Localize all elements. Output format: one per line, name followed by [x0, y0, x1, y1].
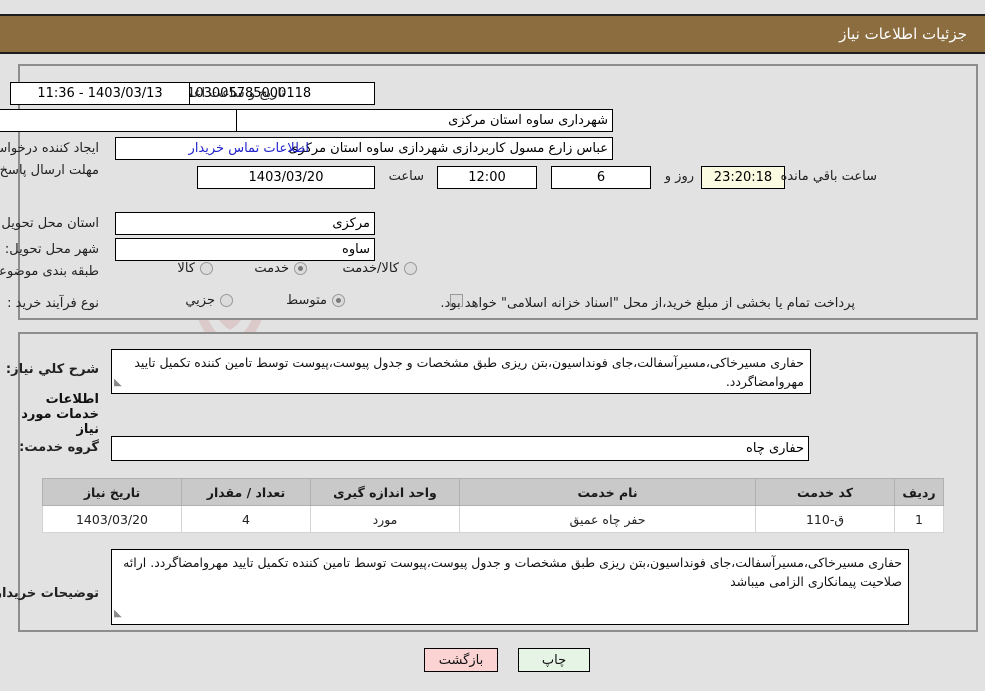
service-group-label: گروه خدمت: — [19, 440, 99, 455]
delivery-city-value: ساوه — [115, 238, 375, 261]
remaining-days-value: 6 — [551, 166, 651, 189]
radio-indicator[interactable] — [220, 294, 233, 307]
category-radio-label: کالا/خدمت — [342, 261, 399, 276]
delivery-city-label: شهر محل تحویل: — [4, 242, 99, 257]
announce-datetime-value: 1403/03/13 - 11:36 — [10, 82, 190, 105]
treasury-bonds-label: پرداخت تمام یا بخشی از مبلغ خرید،از محل … — [440, 296, 855, 311]
cell-quantity: 4 — [181, 505, 311, 533]
col-header-unit: واحد اندازه گیری — [310, 478, 460, 506]
buyer-notes-textarea[interactable]: حفاری مسیرخاکی،مسیرآسفالت،جای فونداسیون،… — [111, 549, 909, 625]
need-summary-text: حفاری مسیرخاکی،مسیرآسفالت،جای فونداسیون،… — [134, 355, 804, 389]
purchase-process-label: نوع فرآیند خرید : — [7, 296, 99, 311]
countdown-timer-label: ساعت باقي مانده — [780, 169, 877, 184]
response-deadline-label: مهلت ارسال پاسخ: تا تاریخ: — [0, 163, 99, 178]
deadline-hour-label: ساعت — [388, 169, 424, 184]
deadline-time-value: 12:00 — [437, 166, 537, 189]
radio-indicator[interactable] — [200, 262, 213, 275]
category-radio-kala[interactable]: کالا — [177, 261, 213, 276]
cell-unit: مورد — [310, 505, 460, 533]
cell-row: 1 — [894, 505, 944, 533]
category-radio-kala-khedmat[interactable]: کالا/خدمت — [342, 261, 417, 276]
delivery-province-value: مرکزی — [115, 212, 375, 235]
process-radio-jozei[interactable]: جزیي — [185, 293, 233, 308]
col-header-row: ردیف — [894, 478, 944, 506]
process-radio-label: جزیي — [185, 293, 215, 308]
print-button[interactable]: چاپ — [518, 648, 590, 672]
request-creator-label: ایجاد کننده درخواست: — [0, 141, 99, 156]
page-root: AriaTender.net جزئیات اطلاعات نیاز شماره… — [0, 0, 985, 691]
col-header-name: نام خدمت — [459, 478, 756, 506]
cell-name: حفر چاه عمیق — [459, 505, 756, 533]
buyer-org-extension — [0, 109, 237, 132]
countdown-timer-value: 23:20:18 — [701, 166, 785, 189]
deadline-date-value: 1403/03/20 — [197, 166, 375, 189]
resize-grip-icon[interactable]: ◢ — [114, 604, 122, 623]
page-header-bar: جزئیات اطلاعات نیاز — [0, 14, 985, 54]
buyer-notes-text: حفاری مسیرخاکی،مسیرآسفالت،جای فونداسیون،… — [123, 555, 902, 589]
table-row: 1 ق-110 حفر چاه عمیق مورد 4 1403/03/20 — [42, 505, 944, 533]
category-radio-label: خدمت — [254, 261, 289, 276]
process-radio-motevaset[interactable]: متوسط — [286, 293, 345, 308]
resize-grip-icon[interactable]: ◢ — [114, 373, 122, 392]
subject-category-label: طبقه بندی موضوعی: — [0, 264, 99, 279]
col-header-code: کد خدمت — [755, 478, 895, 506]
radio-indicator[interactable] — [294, 262, 307, 275]
need-summary-label: شرح کلي نیاز: — [5, 362, 99, 377]
services-table: ردیف کد خدمت نام خدمت واحد اندازه گیری ت… — [42, 478, 944, 533]
page-title: جزئیات اطلاعات نیاز — [839, 25, 967, 43]
category-radio-khedmat[interactable]: خدمت — [254, 261, 307, 276]
cell-need-date: 1403/03/20 — [42, 505, 182, 533]
table-header-row: ردیف کد خدمت نام خدمت واحد اندازه گیری ت… — [42, 478, 944, 506]
col-header-quantity: تعداد / مقدار — [181, 478, 311, 506]
need-summary-textarea[interactable]: حفاری مسیرخاکی،مسیرآسفالت،جای فونداسیون،… — [111, 349, 811, 394]
process-radio-label: متوسط — [286, 293, 327, 308]
remaining-days-label: روز و — [664, 169, 694, 184]
back-button[interactable]: بازگشت — [424, 648, 498, 672]
services-section-heading: اطلاعات خدمات مورد نیاز — [21, 392, 99, 437]
col-header-need-date: تاریخ نیاز — [42, 478, 182, 506]
buyer-notes-label: توضیحات خریدار: — [0, 586, 99, 601]
cell-code: ق-110 — [755, 505, 895, 533]
service-group-value: حفاری چاه — [111, 436, 809, 461]
radio-indicator[interactable] — [404, 262, 417, 275]
category-radio-label: کالا — [177, 261, 195, 276]
radio-indicator[interactable] — [332, 294, 345, 307]
delivery-province-label: استان محل تحویل: — [0, 216, 99, 231]
buyer-contact-link[interactable]: اطلاعات تماس خریدار — [189, 141, 309, 156]
